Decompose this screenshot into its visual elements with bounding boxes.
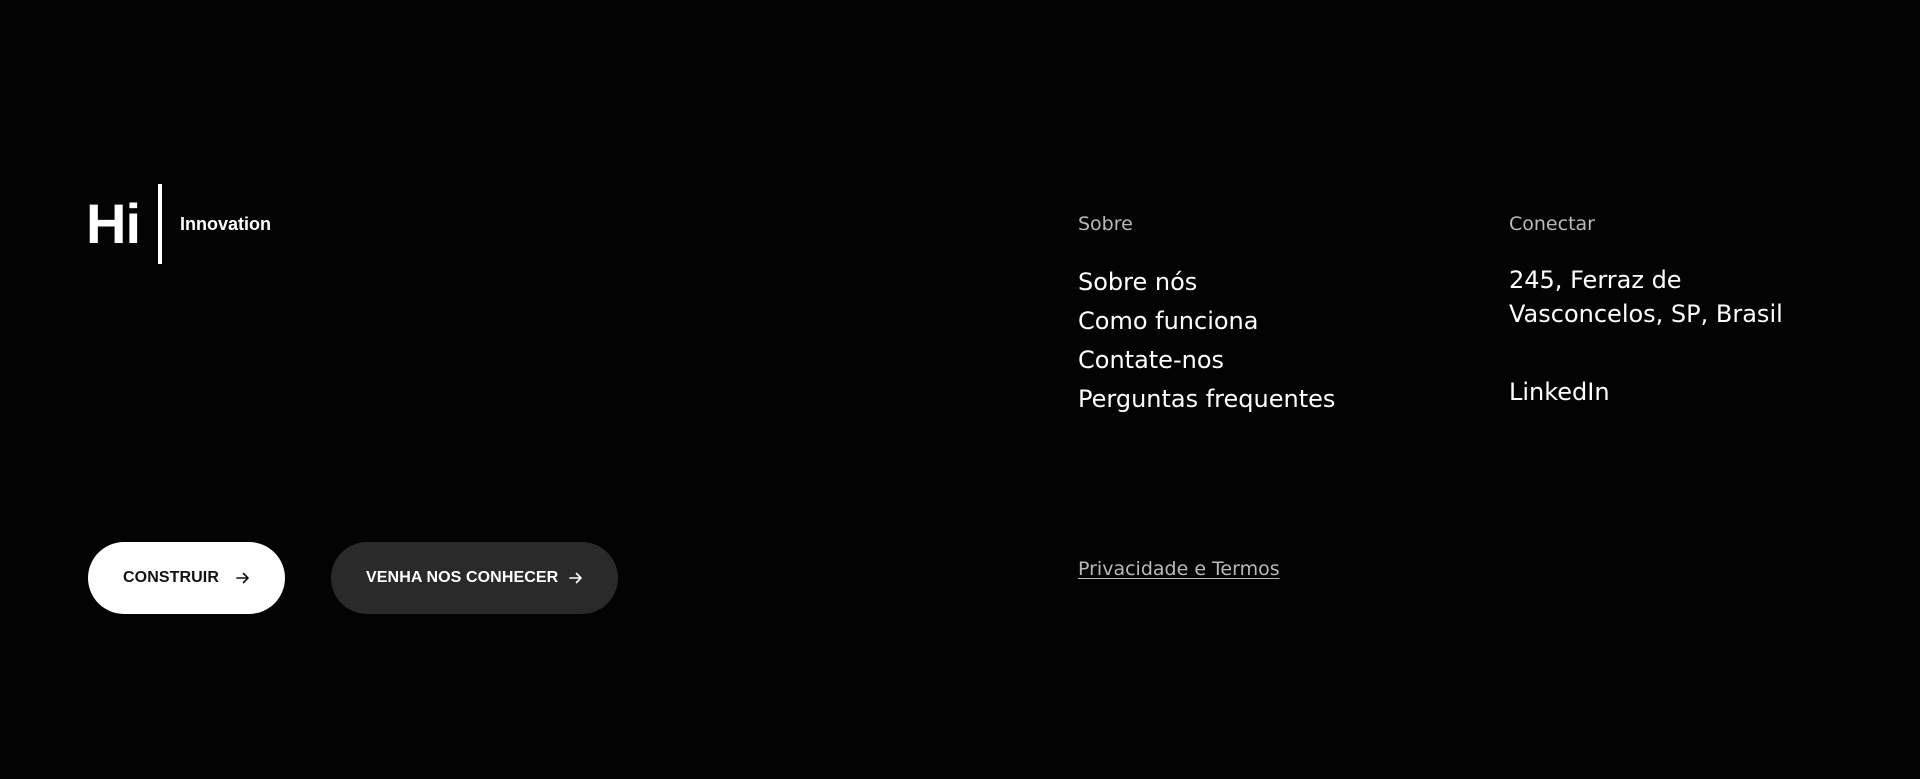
about-links: Sobre nós Como funciona Contate-nos Perg… <box>1078 263 1335 419</box>
about-link-about-us[interactable]: Sobre nós <box>1078 263 1335 302</box>
privacy-terms-link[interactable]: Privacidade e Termos <box>1078 558 1280 580</box>
about-link-how-it-works[interactable]: Como funciona <box>1078 302 1335 341</box>
connect-heading: Conectar <box>1509 213 1595 235</box>
arrow-right-icon <box>235 570 251 586</box>
connect-column: Conectar 245, Ferraz de Vasconcelos, SP,… <box>1509 212 1819 409</box>
logo-mark: Hi <box>86 192 141 255</box>
about-heading: Sobre <box>1078 213 1133 235</box>
about-link-faq[interactable]: Perguntas frequentes <box>1078 380 1335 419</box>
brand-logo[interactable]: Hi Innovation <box>86 184 271 264</box>
about-column: Sobre Sobre nós Como funciona Contate-no… <box>1078 212 1335 419</box>
build-button[interactable]: CONSTRUIR <box>88 542 285 614</box>
meet-us-button[interactable]: VENHA NOS CONHECER <box>331 542 618 614</box>
about-link-contact[interactable]: Contate-nos <box>1078 341 1335 380</box>
address-text: 245, Ferraz de Vasconcelos, SP, Brasil <box>1509 266 1783 328</box>
build-button-label: CONSTRUIR <box>123 569 220 586</box>
site-footer: Hi Innovation CONSTRUIR VENHA NOS CONHEC… <box>0 0 1920 779</box>
linkedin-link[interactable]: LinkedIn <box>1509 375 1819 409</box>
logo-divider <box>158 184 162 264</box>
arrow-right-icon <box>568 570 584 586</box>
meet-us-button-label: VENHA NOS CONHECER <box>366 569 559 586</box>
logo-name: Innovation <box>180 213 271 234</box>
